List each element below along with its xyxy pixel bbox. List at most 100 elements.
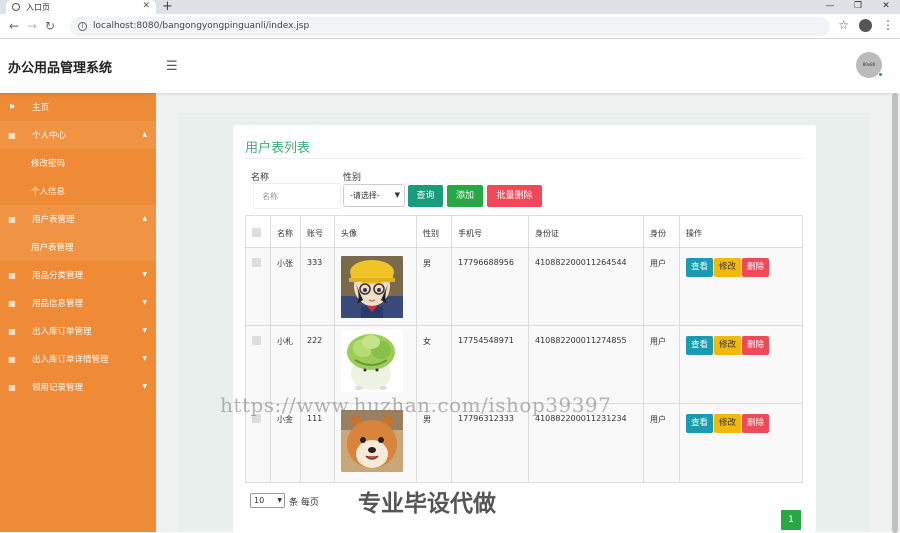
- new-tab-button[interactable]: +: [162, 0, 173, 14]
- grid-icon: ▦: [8, 130, 16, 140]
- view-button[interactable]: 查看: [686, 336, 714, 355]
- add-button[interactable]: 添加: [447, 185, 483, 207]
- grid-icon: ▦: [8, 326, 16, 336]
- query-button[interactable]: 查询: [408, 185, 443, 207]
- chevron-up-icon: ▲: [142, 131, 147, 138]
- bookmark-star-icon[interactable]: ☆: [838, 18, 849, 32]
- sidebar-item-change-password[interactable]: 修改密码: [0, 149, 156, 177]
- close-window-icon[interactable]: ✕: [872, 0, 900, 14]
- delete-button[interactable]: 删除: [742, 414, 770, 433]
- view-button[interactable]: 查看: [686, 414, 714, 433]
- cell-avatar: [335, 326, 417, 403]
- tab-title: 入口页: [26, 2, 50, 12]
- online-status-dot: [878, 72, 883, 77]
- minimize-icon[interactable]: —: [816, 0, 844, 14]
- restore-icon[interactable]: ❐: [844, 0, 872, 14]
- sidebar-item-user-management[interactable]: ▦ 用户表管理 ▲: [0, 205, 156, 233]
- address-bar-row: ← → ↻ i localhost:8080/bangongyongpingua…: [0, 14, 900, 39]
- user-table: 名称 账号 头像 性别 手机号 身份证 身份 操作 小张 333 男 17796…: [245, 215, 803, 483]
- edit-button[interactable]: 修改: [714, 336, 742, 355]
- sidebar-item-supplies-info[interactable]: ▦ 用品信息管理 ▼: [0, 289, 156, 317]
- delete-button[interactable]: 删除: [742, 258, 770, 277]
- sidebar-item-personal-info[interactable]: 个人信息: [0, 177, 156, 205]
- row-checkbox-cell: [246, 326, 271, 403]
- table-header: 名称 账号 头像 性别 手机号 身份证 身份 操作: [246, 216, 802, 248]
- header-cell: 手机号: [452, 216, 529, 247]
- user-avatar[interactable]: 80x80: [856, 52, 883, 78]
- cell-operations: 查看 修改 删除: [680, 404, 802, 482]
- cell-account: 333: [301, 248, 335, 325]
- hamburger-icon[interactable]: ☰: [166, 59, 178, 74]
- panel-title: 用户表列表: [245, 141, 311, 156]
- cell-role: 用户: [644, 248, 680, 325]
- edit-button[interactable]: 修改: [714, 414, 742, 433]
- chevron-down-icon: ▼: [142, 355, 147, 362]
- avatar-image-shiba-dog: [341, 410, 403, 472]
- chevron-down-icon: ▼: [394, 191, 400, 199]
- flag-icon: ⚑: [8, 102, 16, 112]
- view-button[interactable]: 查看: [686, 258, 714, 277]
- avatar-image-anime-boy: [341, 256, 403, 318]
- sidebar-item-usage-records[interactable]: ▦ 领用记录管理 ▼: [0, 373, 156, 401]
- sidebar-item-personal-center[interactable]: ▦ 个人中心 ▲: [0, 121, 156, 149]
- info-icon[interactable]: i: [78, 21, 87, 31]
- sidebar-item-home[interactable]: ⚑ 主页: [0, 93, 156, 121]
- divider: [245, 158, 804, 159]
- browser-tab[interactable]: 入口页 ✕: [6, 0, 156, 14]
- cell-name: 小张: [271, 248, 301, 325]
- header-checkbox-cell: [246, 216, 271, 247]
- page-size-select[interactable]: 10 ▼: [250, 493, 285, 508]
- menu-kebab-icon[interactable]: ⋮: [882, 18, 894, 32]
- cell-role: 用户: [644, 404, 680, 482]
- cell-phone: 17754548971: [452, 326, 529, 403]
- sidebar-item-stock-orders[interactable]: ▦ 出入库订单管理 ▼: [0, 317, 156, 345]
- chevron-down-icon: ▼: [142, 383, 147, 390]
- chevron-up-icon: ▲: [142, 215, 147, 222]
- row-checkbox[interactable]: [252, 336, 261, 345]
- cell-operations: 查看 修改 删除: [680, 248, 802, 325]
- sidebar-item-stock-order-details[interactable]: ▦ 出入库订单详情管理 ▼: [0, 345, 156, 373]
- header-cell: 名称: [271, 216, 301, 247]
- avatar-image-cabbage: [341, 330, 403, 392]
- grid-icon: ▦: [8, 270, 16, 280]
- sidebar-item-user-management-sub[interactable]: 用户表管理: [0, 233, 156, 261]
- chevron-down-icon: ▼: [142, 327, 147, 334]
- cell-role: 用户: [644, 326, 680, 403]
- cell-gender: 男: [417, 248, 452, 325]
- forward-icon[interactable]: →: [24, 19, 40, 33]
- name-search-input[interactable]: 名称: [253, 183, 341, 209]
- cell-id-card: 410882200011264544: [529, 248, 644, 325]
- watermark-text: 专业毕设代做: [358, 491, 496, 517]
- sidebar-item-category-management[interactable]: ▦ 用品分类管理 ▼: [0, 261, 156, 289]
- select-all-checkbox[interactable]: [252, 228, 261, 237]
- profile-icon[interactable]: [859, 18, 872, 32]
- batch-delete-button[interactable]: 批量删除: [487, 185, 542, 207]
- delete-button[interactable]: 删除: [742, 336, 770, 355]
- globe-icon: [12, 3, 20, 11]
- gender-label: 性别: [343, 173, 362, 183]
- header-cell: 账号: [301, 216, 335, 247]
- table-row: 小张 333 男 17796688956 410882200011264544 …: [246, 248, 802, 326]
- scrollbar-thumb[interactable]: [892, 93, 898, 533]
- gender-select[interactable]: -请选择- ▼: [343, 184, 405, 207]
- grid-icon: ▦: [8, 382, 16, 392]
- header-cell: 性别: [417, 216, 452, 247]
- close-tab-icon[interactable]: ✕: [142, 1, 150, 11]
- browser-tab-strip: 入口页 ✕ + — ❐ ✕: [0, 0, 900, 14]
- back-icon[interactable]: ←: [6, 19, 22, 33]
- cell-gender: 女: [417, 326, 452, 403]
- reload-icon[interactable]: ↻: [42, 19, 58, 33]
- app-title: 办公用品管理系统: [8, 60, 113, 76]
- page-scrollbar[interactable]: [890, 93, 900, 533]
- chevron-down-icon: ▼: [277, 497, 282, 504]
- cell-account: 222: [301, 326, 335, 403]
- url-field[interactable]: i localhost:8080/bangongyongpinguanli/in…: [70, 16, 830, 36]
- header-cell: 操作: [686, 229, 702, 238]
- url-text: localhost:8080/bangongyongpinguanli/inde…: [93, 21, 310, 31]
- edit-button[interactable]: 修改: [714, 258, 742, 277]
- pagination-page-1[interactable]: 1: [781, 510, 801, 530]
- header-cell: 身份证: [529, 216, 644, 247]
- grid-icon: ▦: [8, 354, 16, 364]
- watermark-url: https://www.huzhan.com/ishop39397: [220, 393, 612, 417]
- row-checkbox[interactable]: [252, 258, 261, 267]
